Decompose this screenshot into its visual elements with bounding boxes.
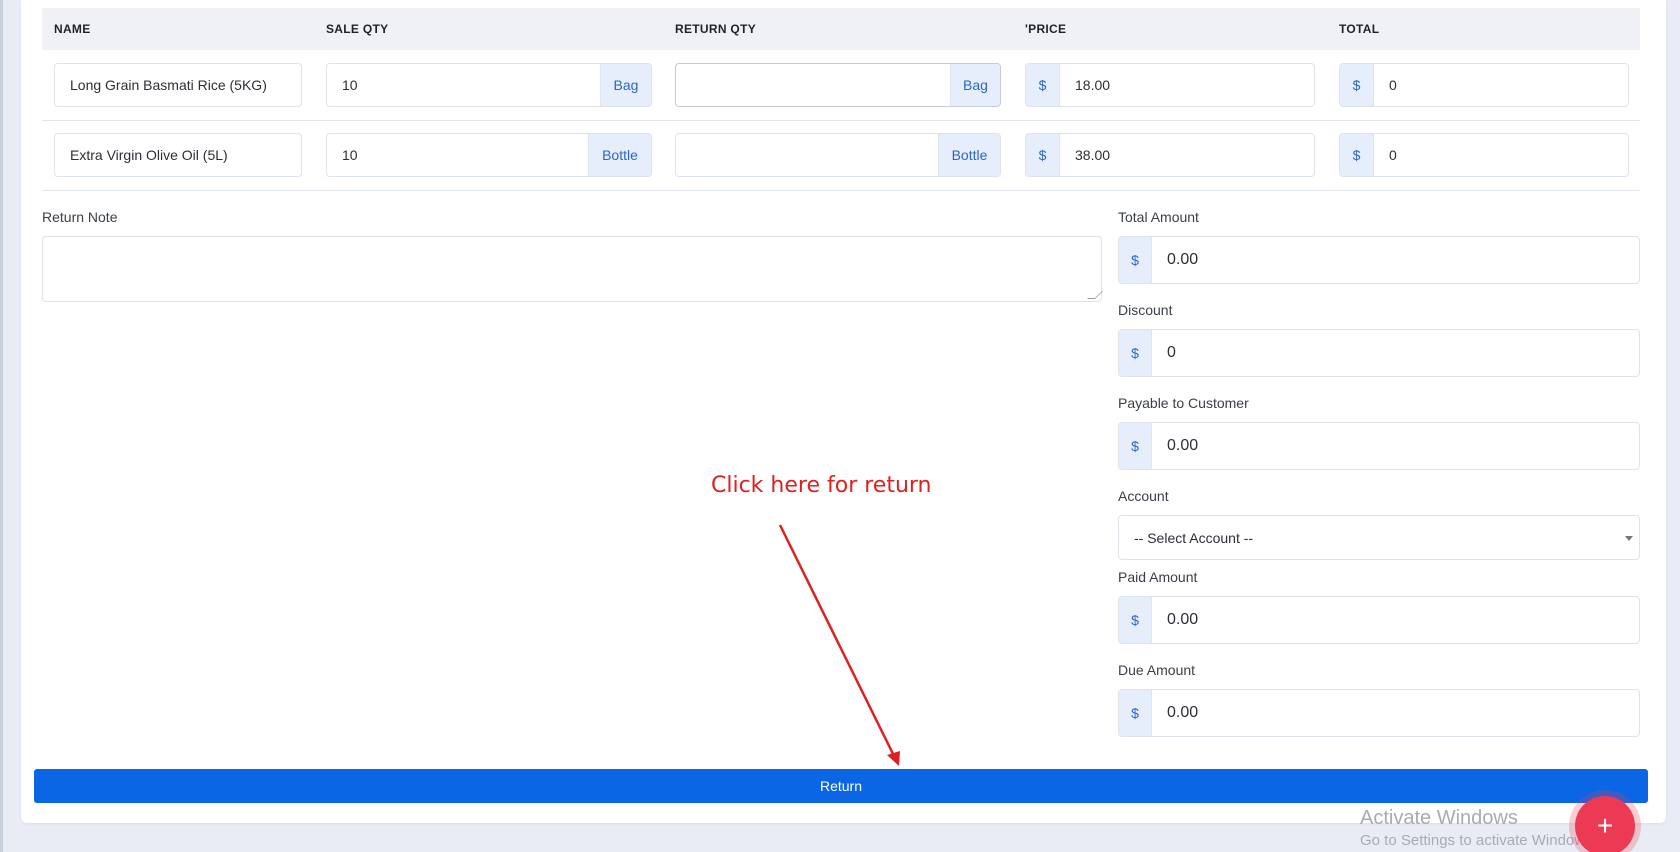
due-amount-field: $ 0.00 xyxy=(1118,689,1640,737)
product-name-field: Long Grain Basmati Rice (5KG) xyxy=(54,63,302,107)
dollar-icon: $ xyxy=(1119,237,1152,283)
dollar-icon: $ xyxy=(1026,64,1060,106)
discount-value[interactable]: 0 xyxy=(1152,344,1639,362)
column-header-return-qty: RETURN QTY xyxy=(675,22,756,36)
payable-value: 0.00 xyxy=(1167,437,1199,454)
row-divider xyxy=(42,190,1640,191)
total-amount-field: $ 0.00 xyxy=(1118,236,1640,284)
dollar-icon: $ xyxy=(1340,64,1374,106)
return-qty-input[interactable]: Bottle xyxy=(675,133,1001,177)
price-value: 38.00 xyxy=(1075,147,1111,163)
paid-amount-label: Paid Amount xyxy=(1118,569,1198,585)
sale-qty-value: 10 xyxy=(342,147,358,163)
product-name: Long Grain Basmati Rice (5KG) xyxy=(70,77,267,93)
account-select[interactable]: -- Select Account -- xyxy=(1118,515,1640,560)
total-field: $ 0 xyxy=(1339,133,1629,177)
sale-qty-field: 10 Bottle xyxy=(326,133,652,177)
table-header: NAME SALE QTY RETURN QTY 'PRICE TOTAL xyxy=(42,8,1640,50)
unit-addon: Bag xyxy=(600,64,651,106)
windows-activation-watermark: Activate Windows Go to Settings to activ… xyxy=(1360,807,1597,849)
discount-input[interactable]: $ 0 xyxy=(1118,329,1640,377)
dollar-icon: $ xyxy=(1119,423,1152,469)
chevron-down-icon[interactable] xyxy=(1625,536,1633,541)
sale-qty-field: 10 Bag xyxy=(326,63,652,107)
total-value: 0 xyxy=(1389,147,1397,163)
total-value: 0 xyxy=(1389,77,1397,93)
price-field: $ 38.00 xyxy=(1025,133,1315,177)
column-header-name: NAME xyxy=(54,22,91,36)
unit-addon: Bag xyxy=(950,64,1000,106)
dollar-icon: $ xyxy=(1026,134,1060,176)
return-qty-input[interactable]: Bag xyxy=(675,63,1001,107)
plus-icon[interactable]: + xyxy=(1575,796,1635,852)
due-amount-label: Due Amount xyxy=(1118,662,1196,678)
dollar-icon: $ xyxy=(1119,330,1152,376)
due-amount-value: 0.00 xyxy=(1167,704,1199,721)
row-divider xyxy=(42,120,1640,121)
page-edge xyxy=(0,0,3,852)
dollar-icon: $ xyxy=(1119,597,1152,643)
dollar-icon: $ xyxy=(1119,690,1152,736)
column-header-sale-qty: SALE QTY xyxy=(326,22,389,36)
watermark-subtitle: Go to Settings to activate Windows. xyxy=(1360,832,1597,849)
watermark-title: Activate Windows xyxy=(1360,807,1518,829)
account-label: Account xyxy=(1118,488,1169,504)
price-field: $ 18.00 xyxy=(1025,63,1315,107)
account-selected-value[interactable]: -- Select Account -- xyxy=(1134,530,1253,546)
payable-field: $ 0.00 xyxy=(1118,422,1640,470)
return-note-textarea[interactable] xyxy=(42,236,1103,302)
annotation-text: Click here for return xyxy=(711,473,932,498)
unit-addon: Bottle xyxy=(938,134,1000,176)
paid-amount-input[interactable]: $ 0.00 xyxy=(1118,596,1640,644)
paid-amount-value[interactable]: 0.00 xyxy=(1152,611,1639,629)
payable-label: Payable to Customer xyxy=(1118,395,1249,411)
total-field: $ 0 xyxy=(1339,63,1629,107)
total-amount-value: 0.00 xyxy=(1167,251,1199,268)
total-amount-label: Total Amount xyxy=(1118,209,1199,225)
product-name: Extra Virgin Olive Oil (5L) xyxy=(70,147,228,163)
return-button[interactable]: Return xyxy=(34,769,1648,803)
sale-qty-value: 10 xyxy=(342,77,358,93)
discount-label: Discount xyxy=(1118,302,1173,318)
column-header-price: 'PRICE xyxy=(1025,22,1067,36)
price-value: 18.00 xyxy=(1075,77,1111,93)
product-name-field: Extra Virgin Olive Oil (5L) xyxy=(54,133,302,177)
unit-addon: Bottle xyxy=(588,134,651,176)
return-note-label: Return Note xyxy=(42,209,118,225)
dollar-icon: $ xyxy=(1340,134,1374,176)
column-header-total: TOTAL xyxy=(1339,22,1380,36)
resize-handle-icon[interactable] xyxy=(1087,291,1103,299)
